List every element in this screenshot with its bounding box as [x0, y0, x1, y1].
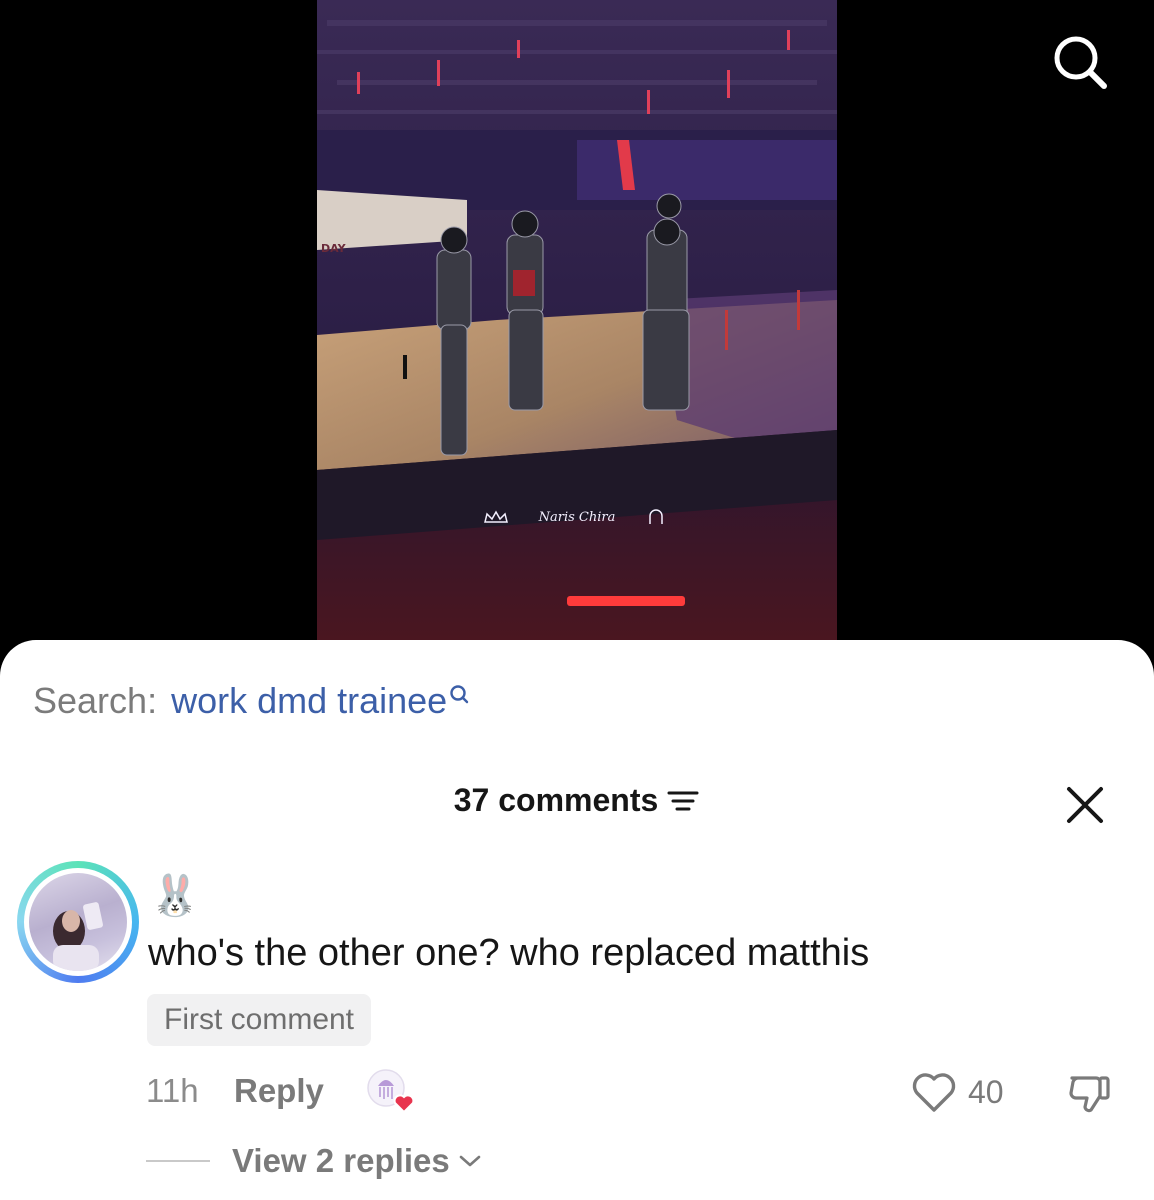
video-player[interactable]: DAY Naris Chira: [0, 0, 1154, 640]
avatar[interactable]: [17, 861, 139, 983]
reply-button[interactable]: Reply: [234, 1072, 324, 1110]
sort-filter-icon: [667, 791, 699, 810]
chevron-down-icon: [459, 1155, 481, 1167]
like-button[interactable]: 40: [910, 1070, 1004, 1114]
video-watermark: Naris Chira: [538, 510, 616, 525]
creator-liked-indicator[interactable]: [366, 1068, 418, 1114]
video-frame[interactable]: DAY Naris Chira: [317, 0, 837, 640]
heart-icon: [912, 1073, 956, 1112]
comment-username[interactable]: 🐰: [150, 874, 200, 918]
thumbs-down-icon: [1069, 1076, 1110, 1113]
view-replies-button[interactable]: View 2 replies: [146, 1142, 482, 1180]
like-count: 40: [968, 1073, 1004, 1110]
stage-sign-text: DAY: [321, 242, 347, 255]
comments-sheet: Search: work dmd trainee 37 comments 🐰 w…: [0, 640, 1154, 1200]
avatar-photo: [29, 873, 127, 971]
concert-video-thumbnail: DAY Naris Chira: [317, 0, 837, 640]
search-icon: [450, 685, 469, 704]
close-icon: [1067, 787, 1103, 823]
avatar-ring-inner: [24, 868, 132, 976]
comments-count: 37 comments: [453, 782, 659, 818]
search-suggestion-term[interactable]: work dmd trainee: [171, 680, 447, 722]
dislike-button[interactable]: [1064, 1068, 1114, 1118]
first-comment-badge: First comment: [147, 994, 372, 1046]
comments-sort-button[interactable]: 37 comments: [454, 782, 701, 819]
view-replies-label: View 2 replies: [232, 1142, 450, 1179]
search-suggestion[interactable]: Search: work dmd trainee: [33, 680, 471, 722]
search-icon: [1054, 36, 1107, 89]
creator-avatar-heart-icon: [367, 1069, 415, 1114]
comment-timestamp: 11h: [146, 1072, 199, 1109]
comments-header: 37 comments: [0, 782, 1154, 819]
search-suggestion-prefix: Search:: [33, 680, 158, 721]
replies-divider: [146, 1160, 210, 1162]
avatar-image: [53, 902, 103, 971]
search-button[interactable]: [1048, 30, 1112, 94]
comment-text: who's the other one? who replaced matthi…: [148, 932, 870, 974]
close-comments-button[interactable]: [1064, 784, 1106, 826]
